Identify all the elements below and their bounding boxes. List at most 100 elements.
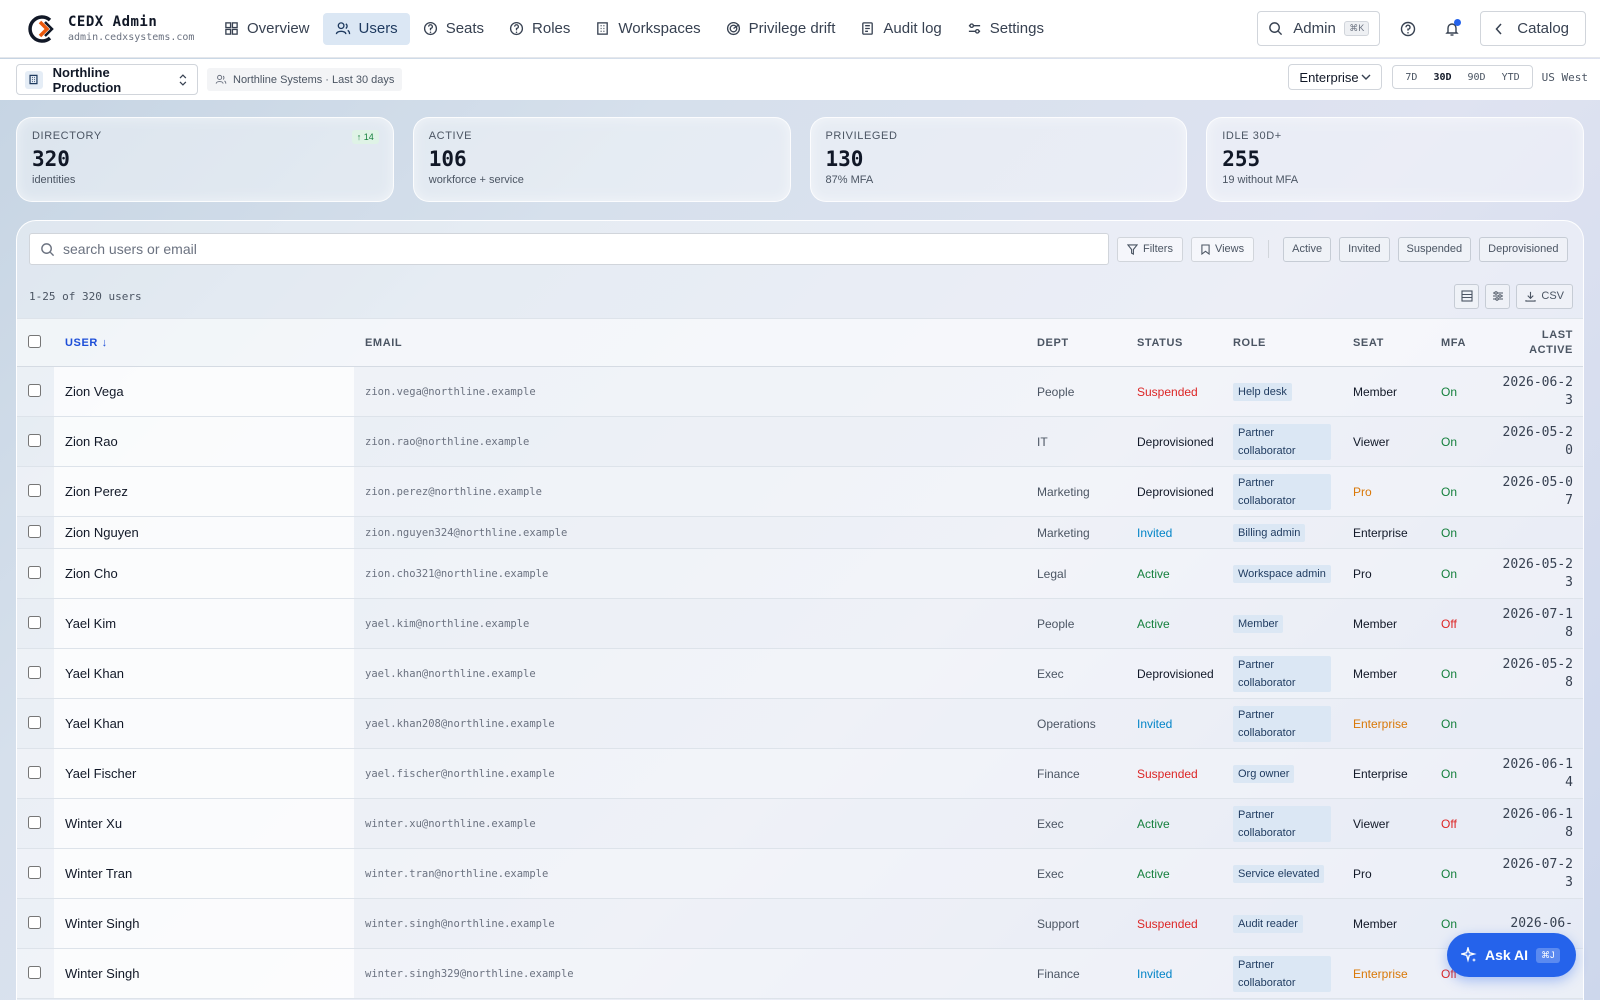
role-tag[interactable]: Partner collaborator <box>1233 473 1331 510</box>
help-button[interactable] <box>1392 13 1424 45</box>
range-30d[interactable]: 30D <box>1425 72 1459 83</box>
chip-active[interactable]: Active <box>1283 236 1332 262</box>
range-7d[interactable]: 7D <box>1397 72 1425 83</box>
table-row[interactable]: Winter Singh winter.singh329@northline.ex… <box>17 948 1583 999</box>
role-tag[interactable]: Partner collaborator <box>1233 955 1331 992</box>
role-tag[interactable]: Partner collaborator <box>1233 705 1331 742</box>
table-row[interactable]: Zion Rao zion.rao@northline.example IT Depr… <box>17 416 1583 467</box>
last-active <box>1490 516 1583 549</box>
row-checkbox[interactable] <box>28 965 41 979</box>
role-tag[interactable]: Service elevated <box>1233 864 1325 883</box>
command-search-button[interactable]: Admin ⌘K <box>1257 11 1381 46</box>
stat-card-privileged[interactable]: PRIVILEGED 130 87% MFA <box>809 117 1188 202</box>
row-checkbox[interactable] <box>28 915 41 929</box>
table-row[interactable]: Yael Khan yael.khan@northline.example Exec… <box>17 648 1583 699</box>
chip-deprovisioned[interactable]: Deprovisioned <box>1479 236 1568 262</box>
table-row[interactable]: Winter Xu winter.xu@northline.example Exec… <box>17 798 1583 849</box>
user-dept: Operations <box>1026 698 1126 749</box>
nav-overview[interactable]: Overview <box>212 13 322 45</box>
nav-audit-log[interactable]: Audit log <box>848 13 953 45</box>
nav-users[interactable]: Users <box>322 12 410 45</box>
ask-ai-button[interactable]: Ask AI ⌘J <box>1447 933 1576 977</box>
stat-card-active[interactable]: ACTIVE 106 workforce + service <box>412 117 791 202</box>
row-checkbox[interactable] <box>28 383 41 397</box>
stat-card-idle[interactable]: IDLE 30D+ 255 19 without MFA <box>1206 117 1584 202</box>
column-header-user[interactable]: USER ↓ <box>54 318 354 367</box>
role-tag[interactable]: Org owner <box>1233 764 1295 783</box>
table-row[interactable]: Zion Vega zion.vega@northline.example Peop… <box>17 366 1583 417</box>
nav-workspaces[interactable]: Workspaces <box>583 13 712 45</box>
row-checkbox[interactable] <box>28 765 41 779</box>
table-row[interactable]: Zion Perez zion.perez@northline.example Ma… <box>17 466 1583 517</box>
table-row[interactable]: Winter Singh winter.singh@northline.examp… <box>17 898 1583 949</box>
range-90d[interactable]: 90D <box>1460 72 1494 83</box>
user-name[interactable]: Winter Singh <box>54 898 354 949</box>
export-csv-button[interactable]: CSV <box>1516 283 1573 309</box>
brand[interactable]: CEDX Admin admin.cedxsystems.com <box>26 14 206 44</box>
ask-ai-label: Ask AI <box>1485 947 1529 963</box>
nav-privilege-drift[interactable]: Privilege drift <box>714 13 848 45</box>
user-name[interactable]: Zion Nguyen <box>54 516 354 549</box>
column-header-email[interactable]: EMAIL <box>354 318 1026 367</box>
user-name[interactable]: Winter Xu <box>54 798 354 849</box>
nav-roles[interactable]: Roles <box>497 13 582 45</box>
select-all-checkbox[interactable] <box>28 334 41 348</box>
row-checkbox[interactable] <box>28 483 41 497</box>
row-checkbox[interactable] <box>28 665 41 679</box>
user-name[interactable]: Yael Khan <box>54 698 354 749</box>
table-row[interactable]: Yael Kim yael.kim@northline.example People… <box>17 598 1583 649</box>
density-button[interactable] <box>1454 283 1480 309</box>
role-tag[interactable]: Workspace admin <box>1233 564 1331 583</box>
columns-button[interactable] <box>1485 283 1511 309</box>
user-name[interactable]: Zion Rao <box>54 416 354 467</box>
user-name[interactable]: Winter Tran <box>54 848 354 899</box>
catalog-button[interactable]: Catalog <box>1480 11 1586 46</box>
row-checkbox[interactable] <box>28 865 41 879</box>
user-name[interactable]: Zion Cho <box>54 548 354 599</box>
user-name[interactable]: Yael Fischer <box>54 748 354 799</box>
notifications-button[interactable] <box>1436 13 1468 45</box>
user-search-input[interactable] <box>63 241 1098 257</box>
table-row[interactable]: Yael Fischer yael.fischer@northline.examp… <box>17 748 1583 799</box>
role-tag[interactable]: Partner collaborator <box>1233 423 1331 460</box>
role-tag[interactable]: Partner collaborator <box>1233 655 1331 692</box>
table-row[interactable]: Zion Nguyen zion.nguyen324@northline.exam… <box>17 516 1583 549</box>
column-header-status[interactable]: STATUS <box>1126 318 1222 367</box>
role-tag[interactable]: Billing admin <box>1233 523 1306 542</box>
row-checkbox[interactable] <box>28 524 41 538</box>
stat-card-directory[interactable]: DIRECTORY 320 identities ↑ 14 <box>16 117 394 202</box>
user-name[interactable]: Yael Kim <box>54 598 354 649</box>
role-tag[interactable]: Member <box>1233 614 1284 633</box>
row-checkbox[interactable] <box>28 565 41 579</box>
views-button[interactable]: Views <box>1190 236 1255 262</box>
nav-seats[interactable]: Seats <box>411 13 496 45</box>
column-header-dept[interactable]: DEPT <box>1026 318 1126 367</box>
nav-settings[interactable]: Settings <box>955 13 1056 45</box>
user-name[interactable]: Winter Singh <box>54 948 354 999</box>
column-header-mfa[interactable]: MFA <box>1430 318 1490 367</box>
chip-invited[interactable]: Invited <box>1339 236 1390 262</box>
table-row[interactable]: Winter Tran winter.tran@northline.example… <box>17 848 1583 899</box>
column-header-last-active[interactable]: LAST ACTIVE <box>1490 318 1583 367</box>
table-row[interactable]: Yael Khan yael.khan208@northline.example O… <box>17 698 1583 749</box>
nav-seats-label: Seats <box>445 20 485 37</box>
range-ytd[interactable]: YTD <box>1494 72 1528 83</box>
user-name[interactable]: Yael Khan <box>54 648 354 699</box>
app-title: CEDX Admin <box>68 14 158 30</box>
table-row[interactable]: Zion Cho zion.cho321@northline.example Leg… <box>17 548 1583 599</box>
row-checkbox[interactable] <box>28 615 41 629</box>
user-name[interactable]: Zion Vega <box>54 366 354 417</box>
filters-button[interactable]: Filters <box>1117 236 1183 262</box>
column-header-seat[interactable]: SEAT <box>1342 318 1430 367</box>
row-checkbox[interactable] <box>28 815 41 829</box>
role-tag[interactable]: Help desk <box>1233 382 1292 401</box>
column-header-role[interactable]: ROLE <box>1222 318 1342 367</box>
role-tag[interactable]: Audit reader <box>1233 914 1303 933</box>
plan-selector[interactable]: Enterprise <box>1288 64 1383 90</box>
chip-suspended[interactable]: Suspended <box>1397 236 1472 262</box>
user-name[interactable]: Zion Perez <box>54 466 354 517</box>
row-checkbox[interactable] <box>28 433 41 447</box>
role-tag[interactable]: Partner collaborator <box>1233 805 1331 842</box>
workspace-selector[interactable]: Northline Production <box>16 64 198 95</box>
row-checkbox[interactable] <box>28 715 41 729</box>
